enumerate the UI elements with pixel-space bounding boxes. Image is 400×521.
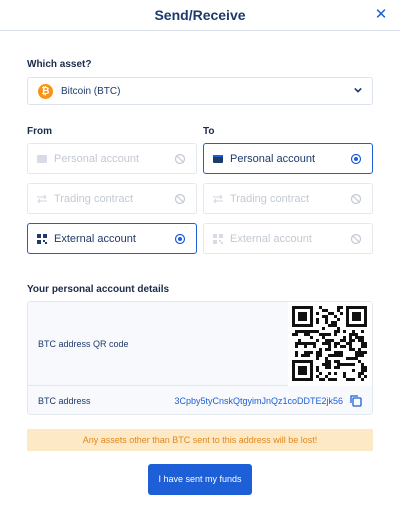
radio-selected-icon: [174, 233, 186, 245]
qr-code: [288, 302, 372, 386]
asset-label: Which asset?: [27, 59, 92, 70]
to-option-trading-contract[interactable]: Trading contract: [203, 183, 373, 214]
qr-code-image: [292, 306, 367, 381]
qr-grid-icon: [213, 234, 223, 244]
transfer-icon: [37, 194, 47, 204]
option-label: External account: [54, 233, 136, 245]
unavailable-icon: [174, 153, 186, 165]
transfer-icon: [213, 194, 223, 204]
warning-banner: Any assets other than BTC sent to this a…: [27, 429, 373, 451]
wallet-icon: [213, 155, 223, 163]
bitcoin-icon: ₿: [38, 84, 53, 99]
modal-body: Which asset? ₿ Bitcoin (BTC) From To Per…: [0, 31, 400, 521]
qr-label: BTC address QR code: [38, 339, 129, 349]
asset-selected-value: Bitcoin (BTC): [61, 86, 121, 97]
option-label: Trading contract: [54, 193, 134, 205]
radio-selected-icon: [350, 153, 362, 165]
close-icon[interactable]: ✕: [374, 7, 388, 23]
to-option-personal-account[interactable]: Personal account: [203, 143, 373, 174]
from-option-trading-contract[interactable]: Trading contract: [27, 183, 197, 214]
option-label: Personal account: [54, 153, 139, 165]
unavailable-icon: [350, 233, 362, 245]
option-label: Personal account: [230, 153, 315, 165]
copy-icon[interactable]: [349, 394, 362, 407]
option-label: Trading contract: [230, 193, 310, 205]
asset-select[interactable]: ₿ Bitcoin (BTC): [27, 77, 373, 105]
option-label: External account: [230, 233, 312, 245]
from-option-external-account[interactable]: External account: [27, 223, 197, 254]
send-receive-modal: Send/Receive ✕ Which asset? ₿ Bitcoin (B…: [0, 0, 400, 521]
unavailable-icon: [350, 193, 362, 205]
account-details-card: BTC address QR code BTC address 3Cpby5ty…: [27, 301, 373, 415]
address-label: BTC address: [38, 396, 91, 406]
to-option-external-account[interactable]: External account: [203, 223, 373, 254]
sent-funds-button[interactable]: I have sent my funds: [148, 464, 252, 495]
btc-address[interactable]: 3Cpby5tyCnskQtgyimJnQz1coDDTE2jk56: [174, 396, 343, 406]
wallet-icon: [37, 155, 47, 163]
unavailable-icon: [174, 193, 186, 205]
details-label: Your personal account details: [27, 284, 170, 295]
qr-grid-icon: [37, 234, 47, 244]
from-label: From: [27, 126, 52, 137]
chevron-down-icon: [354, 87, 362, 93]
qr-row: BTC address QR code: [28, 302, 372, 386]
modal-header: Send/Receive ✕: [0, 0, 400, 31]
from-option-personal-account[interactable]: Personal account: [27, 143, 197, 174]
to-label: To: [203, 126, 215, 137]
modal-title: Send/Receive: [154, 7, 246, 23]
